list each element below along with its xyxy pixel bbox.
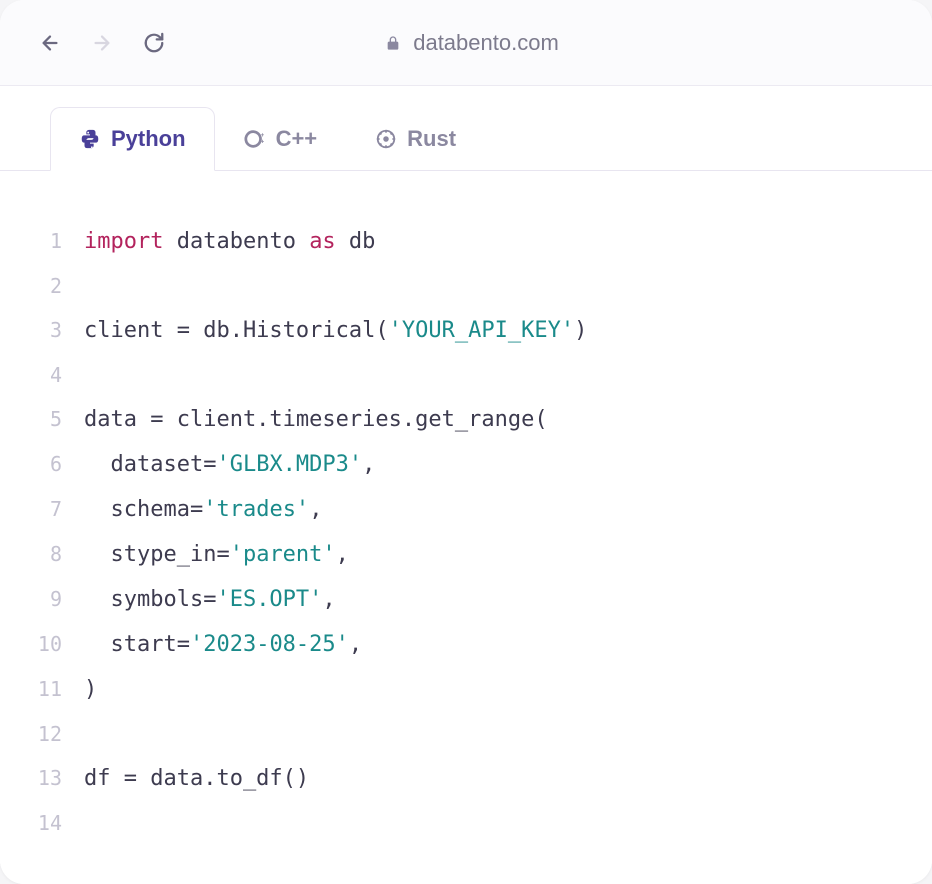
arrow-left-icon — [39, 32, 61, 54]
code-line: 1 import databento as db — [24, 219, 908, 264]
code-content: df = data.to_df() — [84, 757, 309, 801]
code-content: stype_in='parent', — [84, 533, 349, 577]
code-line: 14 — [24, 801, 908, 845]
content-area: Python ++ C++ Rust 1 import databento as … — [0, 86, 932, 884]
code-content: client = db.Historical('YOUR_API_KEY') — [84, 309, 587, 353]
line-number: 12 — [24, 712, 62, 756]
nav-buttons — [36, 29, 168, 57]
tabs-bar: Python ++ C++ Rust — [0, 86, 932, 171]
back-button[interactable] — [36, 29, 64, 57]
line-number: 2 — [24, 264, 62, 308]
code-line: 12 — [24, 712, 908, 756]
lock-icon — [385, 35, 401, 51]
code-area[interactable]: 1 import databento as db 23 client = db.His… — [0, 171, 932, 869]
line-number: 5 — [24, 397, 62, 441]
code-content: schema='trades', — [84, 488, 322, 532]
forward-button[interactable] — [88, 29, 116, 57]
line-number: 3 — [24, 308, 62, 352]
cpp-icon: ++ — [244, 128, 266, 150]
line-number: 4 — [24, 353, 62, 397]
code-content: start='2023-08-25', — [84, 623, 362, 667]
line-number: 1 — [24, 219, 62, 263]
arrow-right-icon — [91, 32, 113, 54]
tab-rust[interactable]: Rust — [346, 107, 485, 170]
code-content: ) — [84, 668, 97, 712]
tab-python[interactable]: Python — [50, 107, 215, 171]
code-line: 11) — [24, 667, 908, 712]
line-number: 6 — [24, 442, 62, 486]
python-icon — [79, 128, 101, 150]
rust-icon — [375, 128, 397, 150]
line-number: 7 — [24, 487, 62, 531]
code-line: 6 dataset='GLBX.MDP3', — [24, 442, 908, 487]
line-number: 8 — [24, 532, 62, 576]
url-bar[interactable]: databento.com — [192, 30, 752, 56]
code-line: 5 data = client.timeseries.get_range( — [24, 397, 908, 442]
code-content: dataset='GLBX.MDP3', — [84, 443, 375, 487]
line-number: 10 — [24, 622, 62, 666]
tab-cpp[interactable]: ++ C++ — [215, 107, 347, 170]
tab-label: C++ — [276, 126, 318, 152]
reload-button[interactable] — [140, 29, 168, 57]
code-line: 3 client = db.Historical('YOUR_API_KEY') — [24, 308, 908, 353]
code-line: 7 schema='trades', — [24, 487, 908, 532]
code-line: 2 — [24, 264, 908, 308]
code-line: 10 start='2023-08-25', — [24, 622, 908, 667]
browser-window: databento.com Python ++ C++ Rust — [0, 0, 932, 884]
browser-bar: databento.com — [0, 0, 932, 86]
code-line: 9 symbols='ES.OPT', — [24, 577, 908, 622]
code-content: symbols='ES.OPT', — [84, 578, 336, 622]
tab-label: Rust — [407, 126, 456, 152]
code-line: 13 df = data.to_df() — [24, 756, 908, 801]
code-content: import databento as db — [84, 220, 375, 264]
url-text: databento.com — [413, 30, 559, 56]
tab-label: Python — [111, 126, 186, 152]
svg-text:+: + — [260, 139, 264, 146]
code-content: data = client.timeseries.get_range( — [84, 398, 548, 442]
line-number: 14 — [24, 801, 62, 845]
line-number: 9 — [24, 577, 62, 621]
line-number: 11 — [24, 667, 62, 711]
reload-icon — [143, 32, 165, 54]
code-line: 4 — [24, 353, 908, 397]
line-number: 13 — [24, 756, 62, 800]
code-line: 8 stype_in='parent', — [24, 532, 908, 577]
